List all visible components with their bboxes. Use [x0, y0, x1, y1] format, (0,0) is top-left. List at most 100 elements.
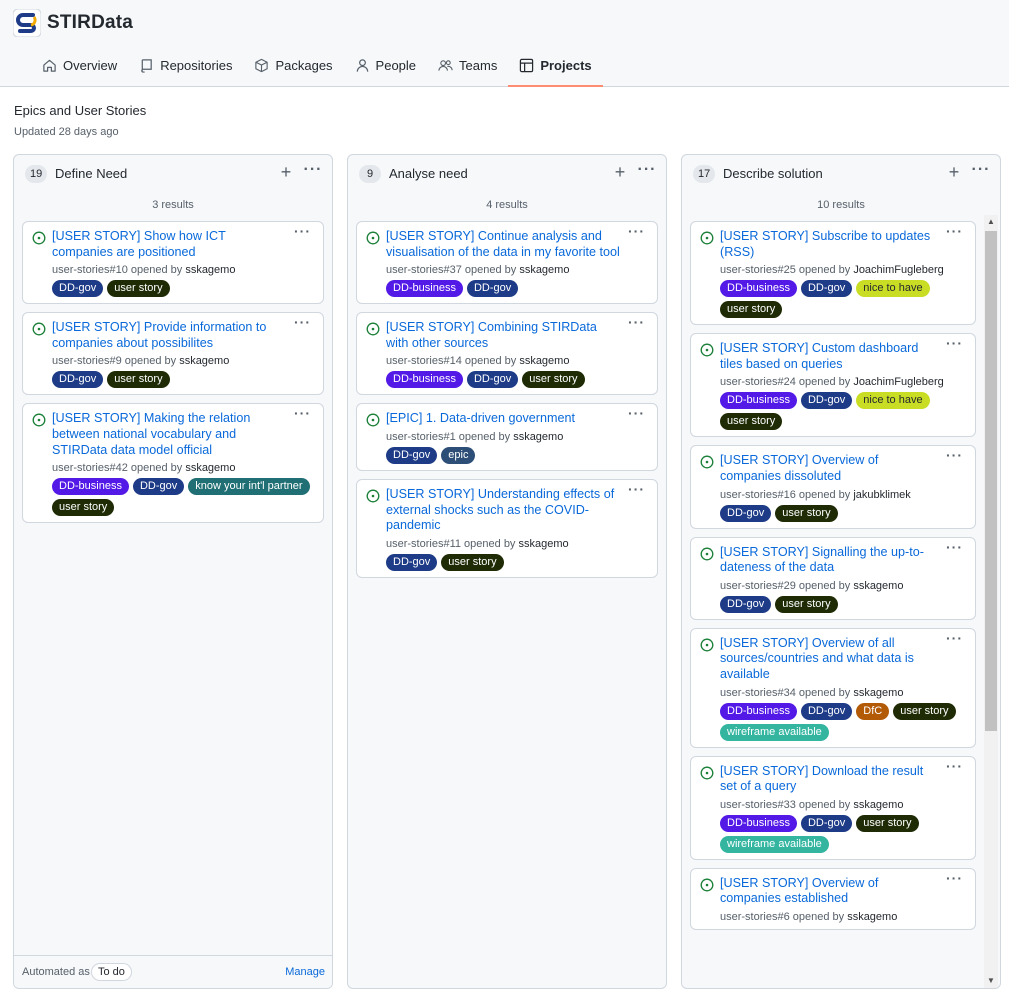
card-more-icon[interactable]: ··· [294, 224, 311, 238]
label-nice-to-have[interactable]: nice to have [856, 280, 930, 298]
card-more-icon[interactable]: ··· [628, 224, 645, 238]
card-title[interactable]: [USER STORY] Subscribe to updates (RSS) [720, 229, 939, 260]
issue-author[interactable]: sskagemo [185, 264, 235, 276]
card-title[interactable]: [USER STORY] Making the relation between… [52, 411, 287, 458]
issue-card[interactable]: ··· [USER STORY] Show how ICT companies a… [22, 221, 324, 305]
card-more-icon[interactable]: ··· [628, 315, 645, 329]
issue-author[interactable]: JoachimFugleberg [853, 264, 944, 276]
label-dd-business[interactable]: DD-business [720, 814, 797, 832]
nav-projects[interactable]: Projects [508, 50, 603, 87]
label-dd-gov[interactable]: DD-gov [386, 446, 438, 464]
card-title[interactable]: [USER STORY] Overview of companies disso… [720, 453, 939, 484]
column-more-icon[interactable]: ··· [302, 162, 324, 183]
label-user-story[interactable]: user story [52, 499, 115, 517]
scroll-down-icon[interactable]: ▼ [984, 974, 998, 988]
label-dd-gov[interactable]: DD-gov [132, 478, 185, 496]
card-title[interactable]: [USER STORY] Overview of all sources/cou… [720, 636, 939, 683]
label-dd-gov[interactable]: DD-gov [386, 553, 438, 571]
issue-author[interactable]: JoachimFugleberg [853, 376, 944, 388]
label-dd-business[interactable]: DD-business [386, 280, 463, 298]
card-title[interactable]: [USER STORY] Understanding effects of ex… [386, 487, 621, 534]
label-user-story[interactable]: user story [107, 280, 170, 298]
issue-author[interactable]: sskagemo [179, 355, 229, 367]
nav-people[interactable]: People [345, 50, 426, 81]
label-user-story[interactable]: user story [441, 553, 504, 571]
card-more-icon[interactable]: ··· [294, 406, 311, 420]
label-dd-gov[interactable]: DD-gov [720, 504, 772, 522]
issue-card[interactable]: ··· [USER STORY] Continue analysis and vi… [356, 221, 658, 305]
add-item-icon[interactable]: + [276, 163, 296, 183]
issue-card[interactable]: ··· [USER STORY] Combining STIRData with … [356, 312, 658, 396]
issue-card[interactable]: ··· [USER STORY] Subscribe to updates (RS… [690, 221, 976, 326]
label-epic[interactable]: epic [441, 446, 476, 464]
label-dd-business[interactable]: DD-business [386, 371, 463, 389]
issue-author[interactable]: sskagemo [847, 911, 897, 923]
label-dd-gov[interactable]: DD-gov [800, 392, 853, 410]
issue-card[interactable]: ··· [USER STORY] Overview of companies di… [690, 445, 976, 529]
issue-author[interactable]: sskagemo [853, 687, 903, 699]
label-dfc[interactable]: DfC [856, 702, 890, 720]
card-more-icon[interactable]: ··· [946, 448, 963, 462]
issue-author[interactable]: sskagemo [513, 431, 563, 443]
column-more-icon[interactable]: ··· [970, 162, 992, 183]
issue-author[interactable]: jakubklimek [853, 489, 910, 501]
issue-author[interactable]: sskagemo [519, 355, 569, 367]
label-user-story[interactable]: user story [775, 595, 838, 613]
manage-link[interactable]: Manage [285, 966, 325, 978]
card-title[interactable]: [EPIC] 1. Data-driven government [386, 411, 621, 427]
issue-card[interactable]: ··· [USER STORY] Overview of companies es… [690, 867, 976, 930]
label-user-story[interactable]: user story [522, 371, 585, 389]
issue-card[interactable]: ··· [USER STORY] Making the relation betw… [22, 403, 324, 524]
issue-card[interactable]: ··· [USER STORY] Download the result set … [690, 755, 976, 860]
card-more-icon[interactable]: ··· [946, 540, 963, 554]
issue-author[interactable]: sskagemo [853, 799, 903, 811]
label-dd-gov[interactable]: DD-gov [800, 814, 853, 832]
card-title[interactable]: [USER STORY] Overview of companies estab… [720, 876, 939, 907]
issue-card[interactable]: ··· [USER STORY] Provide information to c… [22, 312, 324, 396]
label-dd-gov[interactable]: DD-gov [466, 280, 519, 298]
add-item-icon[interactable]: + [610, 163, 630, 183]
label-dd-gov[interactable]: DD-gov [466, 371, 519, 389]
label-know-your-int-l-partner[interactable]: know your int'l partner [188, 478, 310, 496]
nav-teams[interactable]: Teams [428, 50, 507, 81]
card-more-icon[interactable]: ··· [628, 406, 645, 420]
card-title[interactable]: [USER STORY] Provide information to comp… [52, 320, 287, 351]
label-dd-gov[interactable]: DD-gov [800, 280, 853, 298]
label-dd-business[interactable]: DD-business [720, 702, 797, 720]
label-dd-business[interactable]: DD-business [52, 478, 129, 496]
issue-author[interactable]: sskagemo [519, 538, 569, 550]
issue-card[interactable]: ··· [USER STORY] Signalling the up-to-dat… [690, 536, 976, 620]
label-dd-gov[interactable]: DD-gov [800, 702, 853, 720]
card-title[interactable]: [USER STORY] Combining STIRData with oth… [386, 320, 621, 351]
card-more-icon[interactable]: ··· [946, 631, 963, 645]
label-user-story[interactable]: user story [856, 814, 919, 832]
card-more-icon[interactable]: ··· [946, 759, 963, 773]
label-wireframe-available[interactable]: wireframe available [720, 835, 829, 853]
issue-card[interactable]: ··· [USER STORY] Overview of all sources/… [690, 627, 976, 748]
issue-card[interactable]: ··· [EPIC] 1. Data-driven government user-… [356, 403, 658, 471]
label-user-story[interactable]: user story [720, 413, 783, 431]
issue-author[interactable]: sskagemo [185, 462, 235, 474]
nav-packages[interactable]: Packages [244, 50, 342, 81]
label-user-story[interactable]: user story [107, 371, 170, 389]
card-more-icon[interactable]: ··· [294, 315, 311, 329]
card-more-icon[interactable]: ··· [946, 336, 963, 350]
card-title[interactable]: [USER STORY] Custom dashboard tiles base… [720, 341, 939, 372]
label-dd-business[interactable]: DD-business [720, 280, 797, 298]
column-scrollbar[interactable]: ▲ ▼ [984, 215, 998, 988]
scroll-up-icon[interactable]: ▲ [984, 215, 998, 229]
label-dd-gov[interactable]: DD-gov [52, 280, 104, 298]
nav-overview[interactable]: Overview [32, 50, 127, 81]
issue-author[interactable]: sskagemo [519, 264, 569, 276]
label-dd-business[interactable]: DD-business [720, 392, 797, 410]
issue-card[interactable]: ··· [USER STORY] Understanding effects of… [356, 478, 658, 578]
card-more-icon[interactable]: ··· [946, 224, 963, 238]
add-item-icon[interactable]: + [944, 163, 964, 183]
card-more-icon[interactable]: ··· [628, 482, 645, 496]
label-wireframe-available[interactable]: wireframe available [720, 723, 829, 741]
card-title[interactable]: [USER STORY] Download the result set of … [720, 764, 939, 795]
label-user-story[interactable]: user story [775, 504, 838, 522]
card-title[interactable]: [USER STORY] Signalling the up-to-datene… [720, 545, 939, 576]
card-more-icon[interactable]: ··· [946, 871, 963, 885]
issue-card[interactable]: ··· [USER STORY] Custom dashboard tiles b… [690, 333, 976, 438]
